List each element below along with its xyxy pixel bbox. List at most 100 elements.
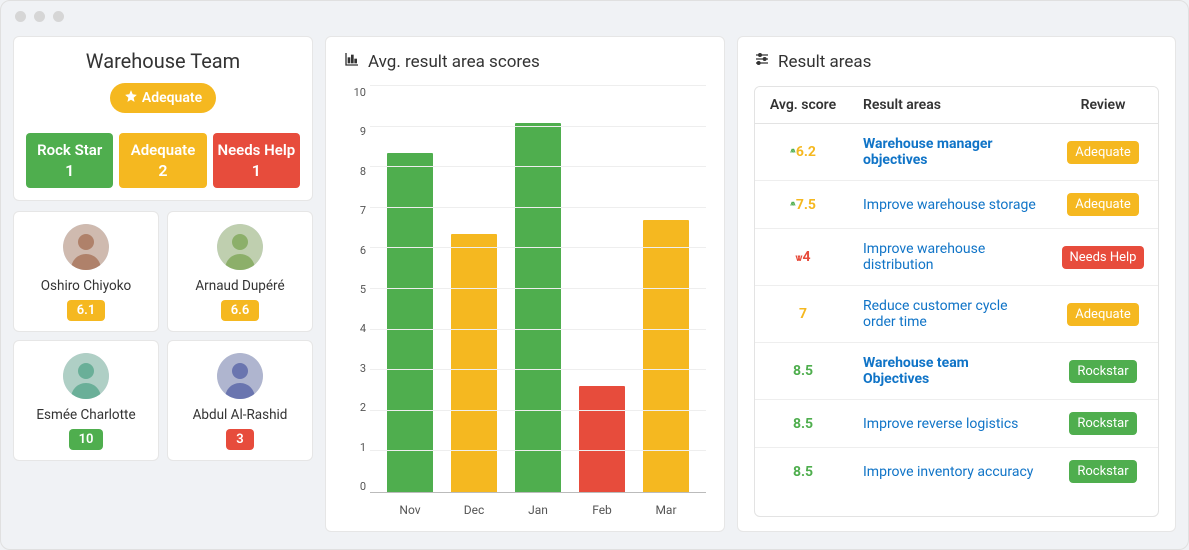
team-status-badge[interactable]: Adequate (110, 83, 216, 113)
cell-score: 7 (755, 286, 851, 343)
chart-panel: Avg. result area scores 109876543210 Nov… (325, 36, 725, 532)
review-badge: Rockstar (1069, 360, 1136, 383)
y-tick: 9 (344, 125, 366, 138)
table-row: 7 Reduce customer cycle order time Adequ… (755, 286, 1158, 343)
member-card[interactable]: Esmée Charlotte 10 (13, 340, 159, 461)
review-badge: Needs Help (1062, 246, 1145, 269)
y-tick: 1 (344, 441, 366, 454)
stat-label: Adequate (123, 141, 202, 159)
cell-review: Rockstar (1048, 343, 1158, 400)
th-area[interactable]: Result areas (851, 87, 1048, 124)
y-tick: 2 (344, 401, 366, 414)
chart-area: 109876543210 NovDecJanFebMar (344, 86, 706, 517)
gridline (370, 450, 706, 451)
score-value: 7.5 (796, 197, 816, 213)
result-areas-panel: Result areas Avg. score Result areas Rev… (737, 36, 1176, 532)
member-name: Oshiro Chiyoko (20, 278, 152, 294)
result-areas-title: Result areas (754, 51, 1159, 72)
chart-bars (370, 86, 706, 492)
chart-bar[interactable] (451, 234, 497, 492)
table-row: 8.5 Warehouse team Objectives Rockstar (755, 343, 1158, 400)
cell-score: 8.5 (755, 448, 851, 496)
avatar (63, 353, 109, 399)
gridline (370, 410, 706, 411)
result-area-link[interactable]: Improve reverse logistics (863, 416, 1018, 432)
score-value: 4 (803, 249, 811, 265)
table-row: ^^7.5 Improve warehouse storage Adequate (755, 181, 1158, 229)
member-score-badge: 10 (69, 429, 104, 450)
trend-up-icon: ^^ (790, 201, 793, 212)
cell-area: Improve warehouse storage (851, 181, 1048, 229)
cell-area: Warehouse team Objectives (851, 343, 1048, 400)
team-title: Warehouse Team (26, 49, 300, 73)
x-tick: Dec (451, 503, 497, 517)
y-tick: 3 (344, 362, 366, 375)
result-area-link[interactable]: Improve warehouse distribution (863, 241, 985, 273)
score-value: 7 (799, 306, 807, 322)
member-card[interactable]: Oshiro Chiyoko 6.1 (13, 211, 159, 332)
chart-title-text: Avg. result area scores (368, 52, 540, 72)
cell-score: ^^7.5 (755, 181, 851, 229)
review-badge: Adequate (1067, 303, 1138, 326)
browser-window: Warehouse Team Adequate Rock Star1Adequa… (0, 0, 1189, 550)
avatar (63, 224, 109, 270)
window-dot[interactable] (53, 11, 64, 22)
stat-box[interactable]: Rock Star1 (26, 133, 113, 188)
window-dot[interactable] (15, 11, 26, 22)
result-area-link[interactable]: Improve inventory accuracy (863, 464, 1033, 480)
cell-review: Rockstar (1048, 400, 1158, 448)
trend-up-icon: ^^ (790, 148, 793, 159)
th-score[interactable]: Avg. score (755, 87, 851, 124)
y-tick: 8 (344, 165, 366, 178)
cell-review: Needs Help (1048, 229, 1158, 286)
y-tick: 6 (344, 244, 366, 257)
result-area-link[interactable]: Warehouse manager objectives (863, 136, 993, 168)
y-tick: 7 (344, 204, 366, 217)
x-tick: Nov (387, 503, 433, 517)
x-tick: Feb (579, 503, 625, 517)
chart-x-axis: Nov Dec Jan Feb Mar (370, 499, 706, 517)
team-members-grid: Oshiro Chiyoko 6.1 Arnaud Dupéré 6.6 Esm… (13, 211, 313, 461)
cell-score: 8.5 (755, 343, 851, 400)
chart-bar[interactable] (579, 386, 625, 492)
y-tick: 10 (344, 86, 366, 99)
star-icon (124, 89, 138, 107)
chart-plot (370, 86, 706, 493)
chart-bar[interactable] (515, 123, 561, 492)
gridline (370, 126, 706, 127)
gridline (370, 85, 706, 86)
x-tick: Jan (515, 503, 561, 517)
chart-bar[interactable] (387, 153, 433, 492)
result-area-link[interactable]: Reduce customer cycle order time (863, 298, 1008, 330)
cell-review: Adequate (1048, 124, 1158, 181)
result-areas-table-wrap: Avg. score Result areas Review ^^6.2 War… (754, 86, 1159, 517)
th-review[interactable]: Review (1048, 87, 1158, 124)
member-score-badge: 3 (226, 429, 253, 450)
cell-review: Adequate (1048, 181, 1158, 229)
left-column: Warehouse Team Adequate Rock Star1Adequa… (13, 36, 313, 532)
stat-count: 1 (217, 161, 296, 180)
result-area-link[interactable]: Improve warehouse storage (863, 197, 1036, 213)
bar-chart-icon (344, 51, 360, 72)
member-score-badge: 6.1 (67, 300, 106, 321)
score-value: 8.5 (793, 363, 813, 379)
table-header-row: Avg. score Result areas Review (755, 87, 1158, 124)
result-areas-title-text: Result areas (778, 52, 871, 72)
member-card[interactable]: Arnaud Dupéré 6.6 (167, 211, 313, 332)
team-header-panel: Warehouse Team Adequate Rock Star1Adequa… (13, 36, 313, 201)
member-score-badge: 6.6 (221, 300, 260, 321)
result-area-link[interactable]: Warehouse team Objectives (863, 355, 969, 387)
member-name: Esmée Charlotte (20, 407, 152, 423)
stat-box[interactable]: Needs Help1 (213, 133, 300, 188)
member-card[interactable]: Abdul Al-Rashid 3 (167, 340, 313, 461)
gridline (370, 207, 706, 208)
score-value: 6.2 (796, 144, 816, 160)
score-value: 8.5 (793, 416, 813, 432)
stat-box[interactable]: Adequate2 (119, 133, 206, 188)
gridline (370, 288, 706, 289)
avatar (217, 353, 263, 399)
x-tick: Mar (643, 503, 689, 517)
cell-score: ^^6.2 (755, 124, 851, 181)
window-dot[interactable] (34, 11, 45, 22)
review-badge: Adequate (1067, 193, 1138, 216)
